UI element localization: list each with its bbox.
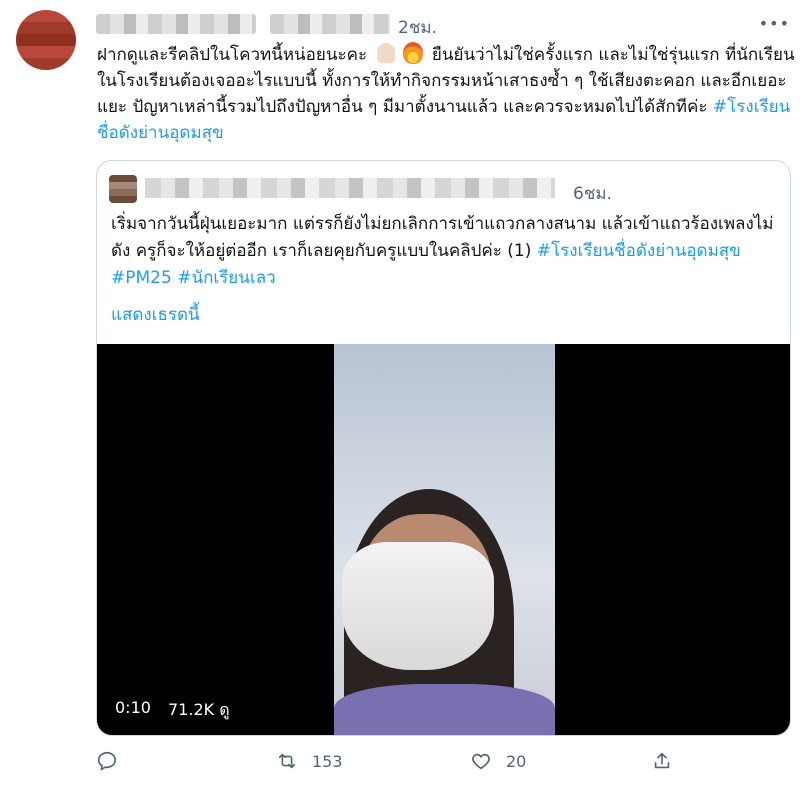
share-button[interactable]	[651, 750, 687, 772]
more-horizontal-icon[interactable]: •••	[759, 14, 790, 33]
show-thread-link[interactable]: แสดงเธรดนี้	[111, 301, 200, 328]
reply-icon	[97, 751, 117, 771]
tweet-time[interactable]: 2ชม.	[398, 14, 437, 41]
fire-icon	[402, 42, 423, 64]
quoted-hashtag-2[interactable]: #PM25	[111, 268, 172, 288]
share-icon	[654, 752, 670, 769]
video-person-mask	[342, 542, 494, 670]
reply-button[interactable]	[96, 750, 132, 772]
retweet-button[interactable]: 153	[276, 750, 343, 772]
video-person-shirt	[334, 684, 555, 735]
author-name-blurred[interactable]	[96, 14, 256, 34]
tweet-text-part1: ฝากดูและรีคลิปในโควทนี้หน่อยนะคะ	[97, 45, 373, 65]
retweet-icon	[278, 753, 296, 769]
quoted-author-blurred	[145, 178, 555, 198]
video-views: 71.2K ดู	[168, 700, 230, 719]
retweet-count: 153	[312, 751, 343, 771]
tweet-text-part2: ยืนยันว่าไม่ใช่ครั้งแรก และไม่ใช่รุ่นแรก	[426, 45, 720, 65]
pointing-hand-icon	[376, 43, 395, 63]
like-count: 20	[506, 751, 527, 771]
video-duration: 0:10	[115, 698, 151, 717]
quoted-hashtag-3[interactable]: #นักเรียนเลว	[177, 268, 275, 288]
quoted-hashtag-1[interactable]: #โรงเรียนชื่อดังย่านอุดมสุข	[537, 241, 741, 261]
quoted-avatar	[109, 175, 137, 203]
quoted-tweet[interactable]: 6ชม. เริ่มจากวันนี้ฝุ่นเยอะมาก แต่รรก็ยั…	[96, 160, 791, 736]
tweet-text: ฝากดูและรีคลิปในโควทนี้หน่อยนะคะ ยืนยันว…	[97, 42, 797, 146]
quoted-tweet-time: 6ชม.	[573, 184, 612, 204]
author-handle-blurred	[270, 14, 390, 34]
action-bar: 153 20	[96, 748, 676, 778]
video-frame	[334, 344, 555, 735]
avatar[interactable]	[16, 10, 76, 70]
like-button[interactable]: 20	[470, 750, 526, 772]
heart-icon	[472, 753, 490, 770]
video-player[interactable]: 0:10 71.2K ดู	[97, 344, 790, 735]
quoted-tweet-text: เริ่มจากวันนี้ฝุ่นเยอะมาก แต่รรก็ยังไม่ย…	[111, 211, 781, 292]
